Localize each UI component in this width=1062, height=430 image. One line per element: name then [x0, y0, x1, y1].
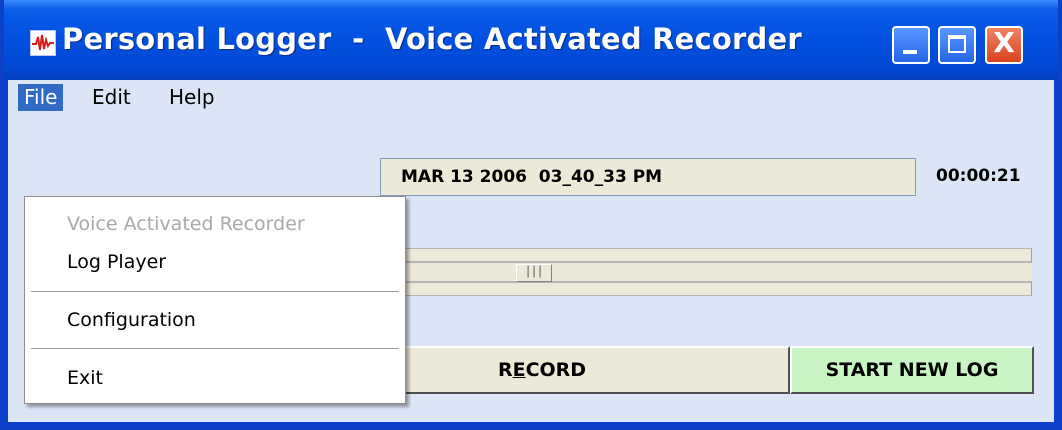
menu-help[interactable]: Help [163, 84, 221, 111]
start-new-log-button[interactable]: START NEW LOG [790, 346, 1034, 394]
menu-item-configuration[interactable]: Configuration [25, 305, 405, 335]
menu-item-log-player[interactable]: Log Player [25, 247, 405, 277]
close-button[interactable]: X [985, 26, 1023, 64]
minimize-button[interactable] [892, 26, 930, 64]
minimize-icon [903, 50, 917, 54]
app-window: Personal Logger - Voice Activated Record… [0, 0, 1062, 430]
menu-item-voice-activated-recorder: Voice Activated Recorder [67, 213, 305, 235]
menu-edit[interactable]: Edit [86, 84, 137, 111]
elapsed-time: 00:00:21 [936, 166, 1021, 186]
slider-track-bottom [380, 282, 1032, 296]
close-icon: X [993, 26, 1015, 59]
position-slider[interactable] [380, 262, 1032, 282]
slider-track-top [380, 248, 1032, 262]
window-title: Personal Logger - Voice Activated Record… [62, 22, 802, 56]
menu-item-exit[interactable]: Exit [25, 363, 405, 393]
menu-separator [31, 291, 399, 292]
grip-icon: │││ [524, 267, 544, 278]
file-menu-dropdown: Voice Activated Recorder Log Player Conf… [24, 196, 406, 404]
menu-separator [31, 348, 399, 349]
menu-bar: File Edit Help [8, 80, 1054, 116]
maximize-button[interactable] [938, 26, 976, 64]
maximize-icon [948, 35, 966, 53]
client-area: File Edit Help MAR 13 2006 03_40_33 PM 0… [8, 80, 1054, 422]
log-name-field: MAR 13 2006 03_40_33 PM [380, 158, 916, 196]
menu-file[interactable]: File [18, 84, 64, 111]
title-bar[interactable]: Personal Logger - Voice Activated Record… [4, 0, 1058, 80]
slider-thumb[interactable]: │││ [516, 264, 552, 282]
waveform-icon [30, 30, 56, 56]
